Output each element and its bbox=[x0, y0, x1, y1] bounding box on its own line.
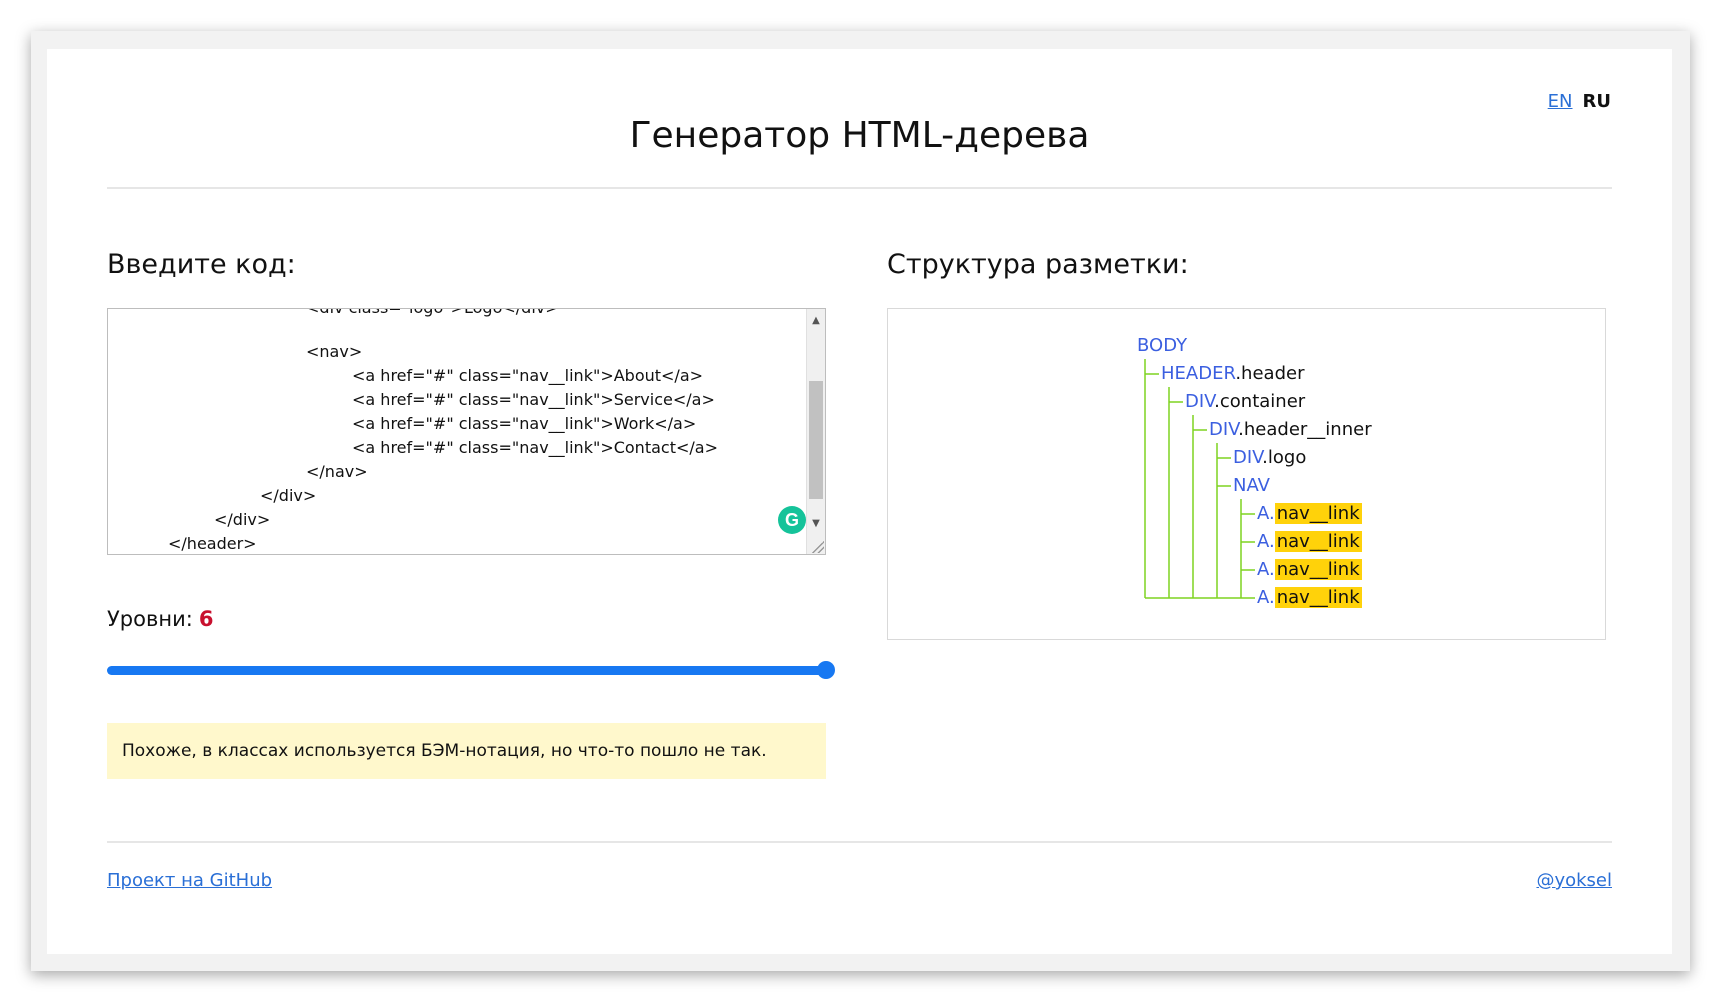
tree-node-class: .logo bbox=[1262, 447, 1307, 468]
scroll-down-arrow-icon[interactable]: ▼ bbox=[807, 516, 825, 532]
tree-node-class: nav__link bbox=[1274, 503, 1362, 524]
slider-track[interactable] bbox=[107, 666, 826, 675]
tree-node-tag: DIV bbox=[1233, 447, 1263, 468]
tree-node-tag: HEADER bbox=[1161, 363, 1236, 384]
tree-node: A. nav__link bbox=[1257, 587, 1362, 609]
slider-thumb[interactable] bbox=[817, 661, 835, 679]
resize-handle-icon[interactable] bbox=[812, 541, 824, 553]
tree-node-tag: A. bbox=[1257, 559, 1275, 580]
output-label: Структура разметки: bbox=[887, 249, 1189, 280]
tree-node: DIV.header__inner bbox=[1209, 419, 1372, 441]
tree-node-tag: A. bbox=[1257, 587, 1275, 608]
tree-node: NAV bbox=[1233, 475, 1270, 497]
code-line: </nav> bbox=[306, 462, 368, 481]
tree-node-tag: DIV bbox=[1209, 419, 1239, 440]
markup-tree: BODY HEADER.header DIV.container DIV.header… bbox=[887, 308, 1606, 640]
code-line: <a href="#" class="nav__link">Work</a> bbox=[352, 414, 697, 433]
lang-en-link[interactable]: EN bbox=[1548, 91, 1573, 112]
tree-node-tag: DIV bbox=[1185, 391, 1215, 412]
lang-ru-current: RU bbox=[1582, 91, 1611, 112]
header-divider bbox=[107, 187, 1612, 189]
page-title: Генератор HTML-дерева bbox=[629, 115, 1090, 156]
input-label: Введите код: bbox=[107, 249, 296, 280]
tree-node-tag: A. bbox=[1257, 531, 1275, 552]
tree-node-tag: NAV bbox=[1233, 475, 1270, 496]
tree-node: HEADER.header bbox=[1161, 363, 1304, 385]
tree-node: A. nav__link bbox=[1257, 503, 1362, 525]
scroll-up-arrow-icon[interactable]: ▲ bbox=[807, 313, 825, 329]
code-content[interactable]: <div class="logo">Logo</div> <nav> <a href… bbox=[108, 309, 805, 554]
code-line: <a href="#" class="nav__link">About</a> bbox=[352, 366, 704, 385]
levels-slider[interactable] bbox=[107, 661, 835, 679]
tree-node-class: nav__link bbox=[1274, 559, 1362, 580]
github-link[interactable]: Проект на GitHub bbox=[107, 870, 272, 891]
footer-divider bbox=[107, 841, 1612, 843]
code-line: <a href="#" class="nav__link">Service</a… bbox=[352, 390, 715, 409]
tree-node: A. nav__link bbox=[1257, 559, 1362, 581]
tree-node-tag: A. bbox=[1257, 503, 1275, 524]
scroll-thumb[interactable] bbox=[809, 381, 823, 499]
tree-node: A. nav__link bbox=[1257, 531, 1362, 553]
code-line: <div class="logo">Logo</div> bbox=[306, 309, 559, 317]
author-link[interactable]: @yoksel bbox=[1536, 870, 1612, 891]
levels-label-row: Уровни: 6 bbox=[107, 607, 213, 631]
tree-node: BODY bbox=[1137, 335, 1187, 357]
levels-value: 6 bbox=[198, 607, 214, 631]
code-line: <nav> bbox=[306, 342, 363, 361]
bem-warning: Похоже, в классах используется БЭМ-нотац… bbox=[107, 723, 826, 779]
language-switch: EN RU bbox=[1548, 91, 1611, 112]
tree-lines bbox=[1144, 359, 1255, 599]
code-line: <a href="#" class="nav__link">Contact</a… bbox=[352, 438, 718, 457]
tree-node: DIV.container bbox=[1185, 391, 1305, 413]
code-textarea[interactable]: <div class="logo">Logo</div> <nav> <a href… bbox=[107, 308, 826, 555]
tree-node-class: .header bbox=[1235, 363, 1305, 384]
code-line: </div> bbox=[260, 486, 317, 505]
tree-node-class: .header__inner bbox=[1238, 419, 1372, 440]
tree-node-tag: BODY bbox=[1137, 335, 1188, 356]
code-line: </header> bbox=[168, 534, 257, 553]
tree-node-class: nav__link bbox=[1274, 531, 1362, 552]
levels-label: Уровни: bbox=[107, 607, 193, 631]
textarea-scrollbar[interactable]: ▲ ▼ bbox=[806, 309, 825, 554]
grammarly-icon[interactable]: G bbox=[778, 506, 806, 534]
page: EN RU Генератор HTML-дерева Введите код:… bbox=[47, 49, 1672, 954]
tree-node: DIV.logo bbox=[1233, 447, 1306, 469]
tree-node-class: nav__link bbox=[1274, 587, 1362, 608]
tree-node-class: .container bbox=[1214, 391, 1306, 412]
code-line: </div> bbox=[214, 510, 271, 529]
